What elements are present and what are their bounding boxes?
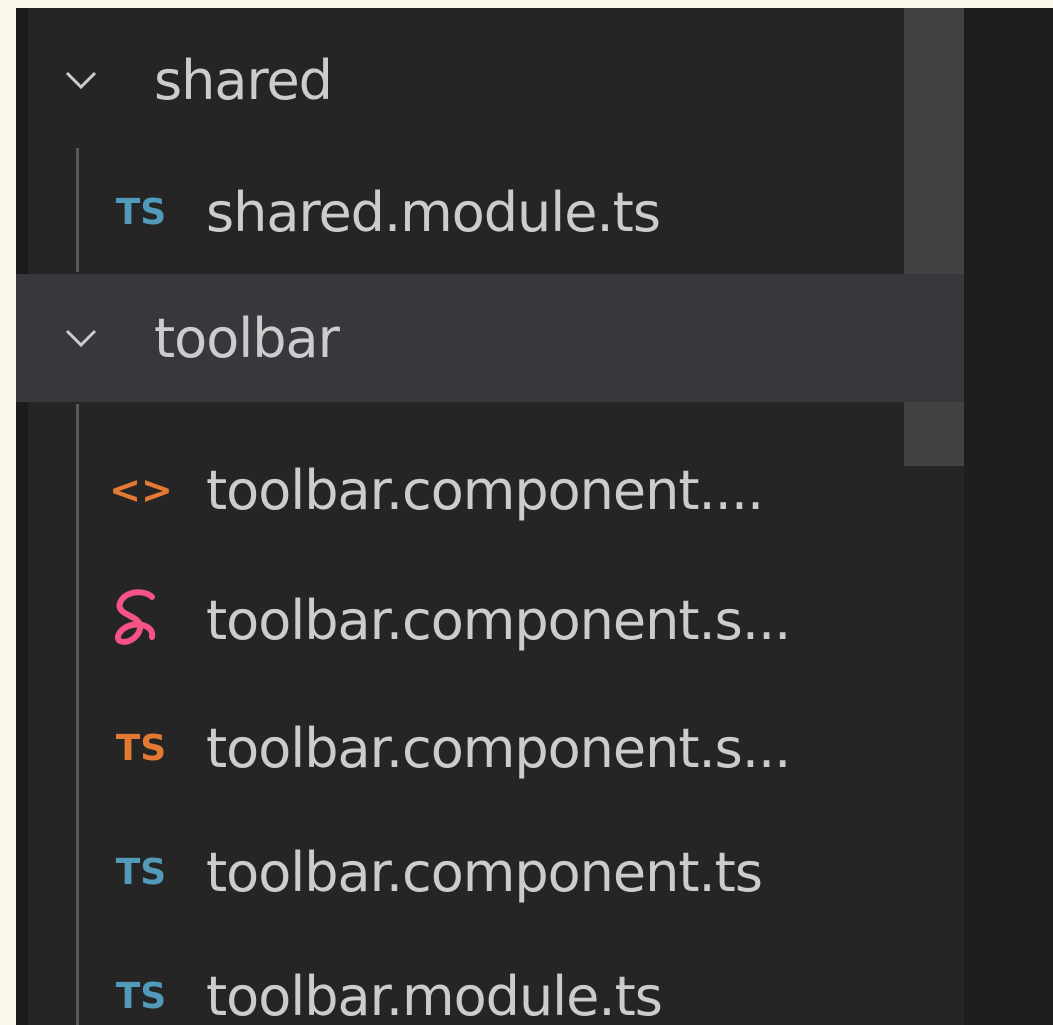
folder-label: toolbar [154,306,340,370]
typescript-icon: TS [115,851,167,893]
html-icon: <> [109,468,173,512]
chevron-down-icon [65,71,97,90]
file-row-shared-module-ts[interactable]: TS shared.module.ts [16,148,904,276]
folder-row-shared[interactable]: shared [16,16,904,144]
file-row-toolbar-component-scss[interactable]: toolbar.component.s... [16,556,964,684]
file-label: toolbar.component.... [206,458,764,522]
sass-icon [114,589,156,645]
file-label: toolbar.component.s... [206,716,791,780]
file-explorer-panel: shared TS shared.module.ts toolbar <> to… [16,8,1053,1025]
file-label: toolbar.component.s... [206,588,791,652]
file-row-toolbar-component-html[interactable]: <> toolbar.component.... [16,426,964,554]
file-label: shared.module.ts [206,180,661,244]
chevron-down-icon [65,329,97,348]
typescript-icon: TS [115,191,167,233]
folder-row-toolbar[interactable]: toolbar [16,274,964,402]
folder-label: shared [154,48,333,112]
file-label: toolbar.component.ts [206,840,763,904]
typescript-spec-icon: TS [115,727,167,769]
file-row-toolbar-component-ts[interactable]: TS toolbar.component.ts [16,808,964,936]
file-label: toolbar.module.ts [206,964,663,1025]
editor-area [964,8,1053,1025]
file-row-toolbar-module-ts[interactable]: TS toolbar.module.ts [16,932,964,1025]
file-row-toolbar-component-spec-ts[interactable]: TS toolbar.component.s... [16,684,964,812]
typescript-icon: TS [115,975,167,1017]
